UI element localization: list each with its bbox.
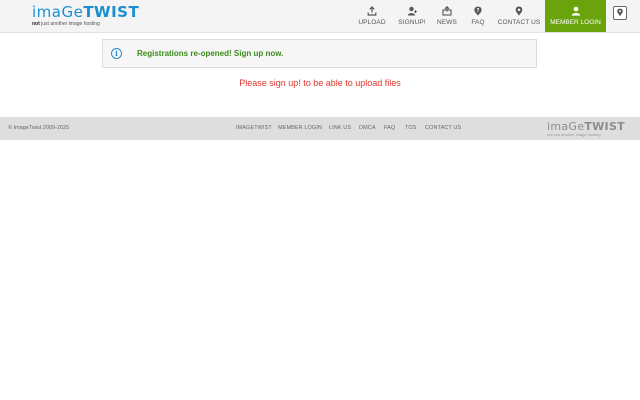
footer-logo-wordmark: imaGeTWIST — [547, 120, 625, 133]
site-footer: © ImageTwist 2009-2025 IMAGETWIST MEMBER… — [0, 117, 640, 140]
registration-alert: i Registrations re-opened! Sign up now. — [102, 39, 537, 68]
site-header: imaGeTWIST not just another image hostin… — [0, 0, 640, 33]
footer-link-contact-us[interactable]: CONTACT US — [425, 125, 461, 131]
nav-signup-label: SIGNUP! — [398, 19, 426, 26]
nav-signup[interactable]: SIGNUP! — [398, 0, 426, 32]
map-pin-icon — [616, 4, 624, 22]
footer-link-imagetwist[interactable]: IMAGETWIST — [236, 125, 272, 131]
location-pin-icon — [514, 6, 524, 16]
menu-toggle-button[interactable] — [613, 6, 627, 20]
logo-tagline: not just another image hosting — [32, 21, 100, 27]
copyright-text: © ImageTwist 2009-2025 — [8, 125, 70, 131]
footer-link-link-us[interactable]: LINK US — [329, 125, 351, 131]
alert-text: Registrations re-opened! Sign up now. — [137, 49, 284, 58]
member-login-button[interactable]: MEMBER LOGIN — [545, 0, 606, 32]
upload-icon — [367, 6, 377, 16]
nav-contact[interactable]: CONTACT US — [498, 0, 540, 32]
footer-logo[interactable]: imaGeTWIST not just another image hostin… — [547, 121, 625, 137]
info-icon: i — [111, 48, 122, 59]
footer-link-dmca[interactable]: DMCA — [359, 125, 376, 131]
nav-faq-label: FAQ — [471, 19, 485, 26]
user-icon — [571, 6, 581, 16]
nav-upload-label: UPLOAD — [358, 19, 386, 26]
nav-contact-label: CONTACT US — [497, 19, 541, 26]
news-icon — [442, 6, 452, 16]
footer-link-faq[interactable]: FAQ — [384, 125, 395, 131]
signup-notice: Please sign up! to be able to upload fil… — [239, 78, 401, 88]
footer-link-member-login[interactable]: MEMBER LOGIN — [278, 125, 322, 131]
add-user-icon — [407, 6, 417, 16]
nav-news[interactable]: NEWS — [436, 0, 458, 32]
logo-wordmark: imaGeTWIST — [32, 3, 140, 21]
footer-link-tos[interactable]: TOS — [405, 125, 417, 131]
member-login-label: MEMBER LOGIN — [550, 19, 601, 26]
svg-text:?: ? — [477, 8, 480, 14]
nav-news-label: NEWS — [437, 19, 457, 26]
nav-faq[interactable]: ? FAQ — [469, 0, 487, 32]
question-icon: ? — [473, 6, 483, 16]
site-logo[interactable]: imaGeTWIST not just another image hostin… — [32, 5, 139, 28]
nav-upload[interactable]: UPLOAD — [358, 0, 386, 32]
